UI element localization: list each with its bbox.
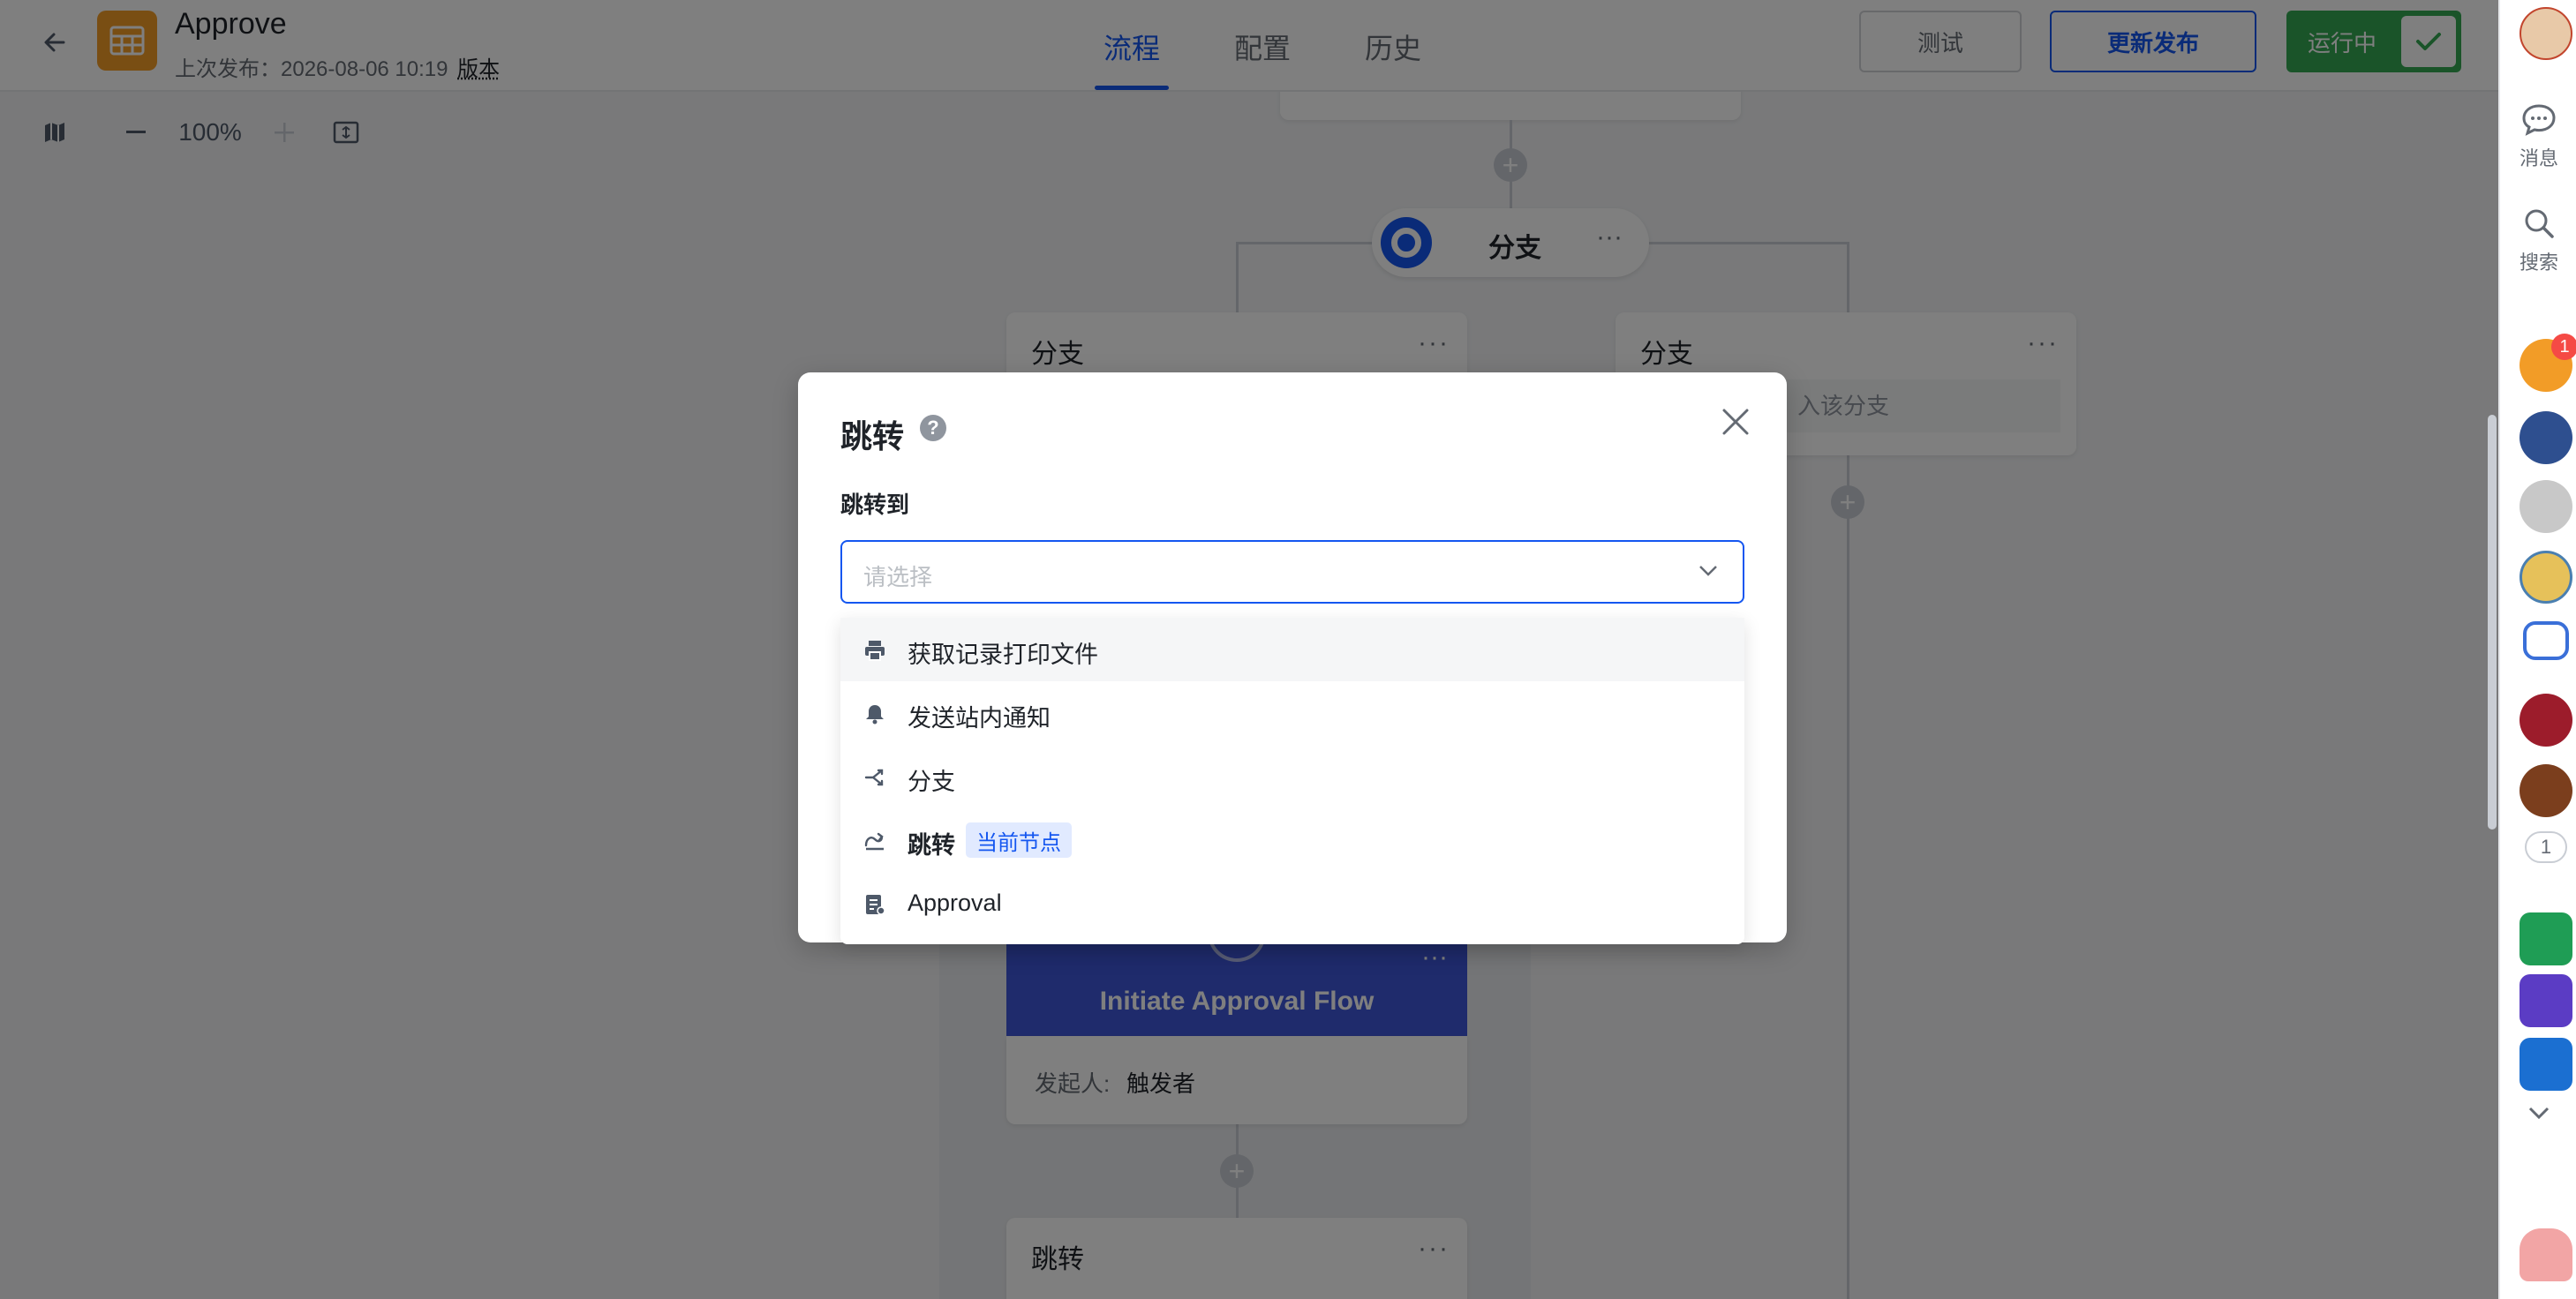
option-label: Approval [908, 890, 1002, 916]
option-print-file[interactable]: 获取记录打印文件 [840, 618, 1744, 681]
search-label: 搜索 [2519, 252, 2558, 274]
jump-icon [864, 832, 884, 851]
messages-label: 消息 [2519, 147, 2558, 169]
search-button[interactable]: 搜索 [2500, 206, 2576, 275]
close-icon[interactable] [1714, 401, 1757, 443]
app-root: + 分支 ··· 分支 ··· 入该分支 + + 跳转 ··· ··· Init… [0, 0, 2576, 1299]
approval-doc-icon [866, 895, 885, 915]
count-badge: 1 [2525, 831, 2567, 863]
openai-icon[interactable] [2520, 974, 2572, 1027]
globe-app-icon[interactable] [2520, 411, 2572, 464]
user-avatar[interactable] [2520, 7, 2572, 60]
option-branch[interactable]: 分支 [840, 745, 1744, 808]
scrollbar[interactable] [2488, 415, 2497, 830]
jump-target-dropdown: 获取记录打印文件 发送站内通知 分支 跳转 当前节点 Approval [840, 618, 1744, 944]
option-label: 跳转 [908, 832, 955, 859]
character-app-icon[interactable] [2520, 551, 2572, 604]
option-jump[interactable]: 跳转 当前节点 [840, 808, 1744, 872]
right-rail: 消息 搜索 1 1 [2498, 0, 2576, 1299]
apple-app-icon[interactable] [2520, 480, 2572, 533]
dialog-title: 跳转 [840, 418, 905, 454]
option-notify[interactable]: 发送站内通知 [840, 681, 1744, 745]
current-node-tag: 当前节点 [966, 822, 1072, 858]
option-label: 发送站内通知 [908, 705, 1051, 732]
code-icon[interactable] [2520, 1038, 2572, 1091]
shield-star-icon[interactable] [2520, 694, 2572, 747]
printer-icon [865, 641, 885, 661]
pirate-avatar-icon[interactable] [2520, 764, 2572, 817]
jump-to-label: 跳转到 [840, 492, 910, 518]
chat-bubble-icon [2522, 104, 2556, 136]
notification-badge: 1 [2551, 334, 2576, 360]
chevron-down-icon [1699, 565, 1718, 582]
option-label: 获取记录打印文件 [908, 642, 1098, 668]
option-approval[interactable]: Approval [840, 872, 1744, 935]
help-icon[interactable]: ? [920, 415, 946, 441]
layers-app-icon[interactable] [2520, 912, 2572, 965]
bell-icon [866, 705, 884, 725]
option-label: 分支 [908, 769, 955, 795]
messages-button[interactable]: 消息 [2500, 102, 2576, 171]
search-icon [2525, 209, 2554, 238]
jump-target-select[interactable]: 请选择 [840, 540, 1744, 604]
branch-icon [864, 769, 884, 786]
robot-icon[interactable] [2523, 621, 2569, 660]
chevron-down-icon[interactable] [2500, 1107, 2576, 1119]
flamingo-icon[interactable] [2520, 1228, 2572, 1281]
select-placeholder: 请选择 [863, 564, 933, 590]
